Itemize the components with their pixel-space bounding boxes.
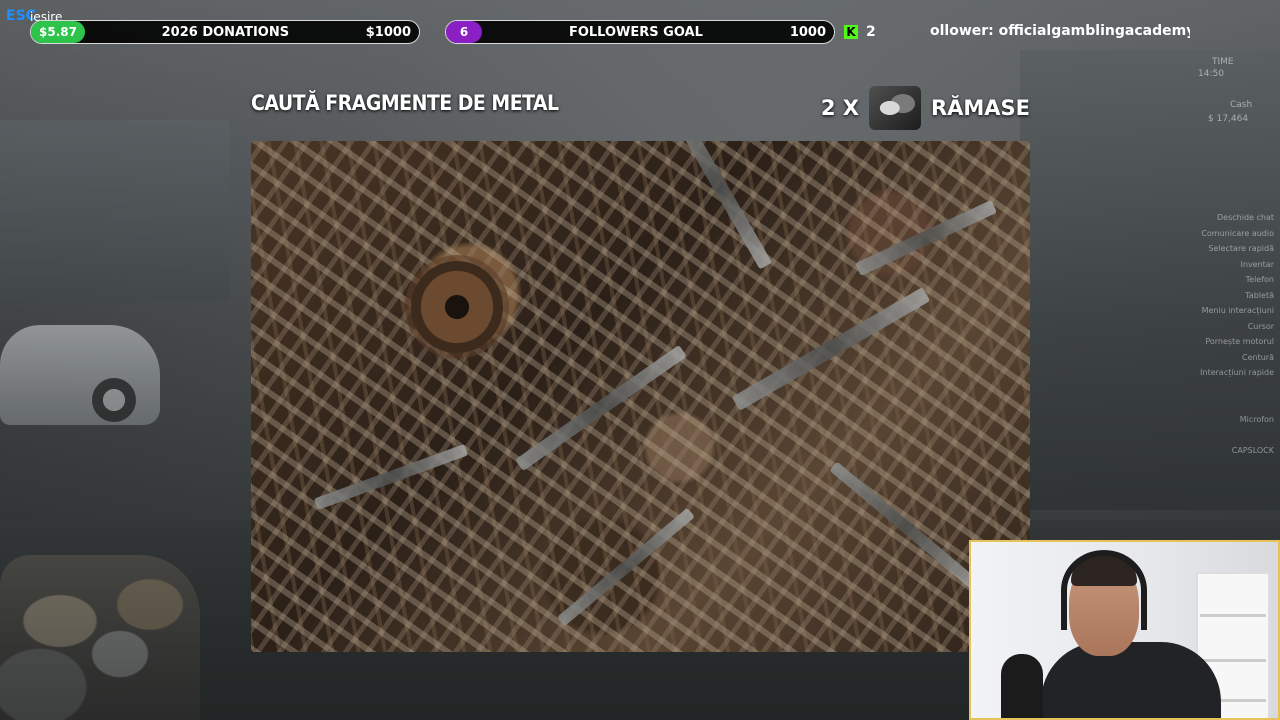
headset-icon (1061, 550, 1147, 630)
donations-amount-badge: $5.87 (31, 21, 85, 43)
hud-menu-item (1184, 396, 1274, 412)
hud-time-label: TIME (1212, 57, 1234, 67)
bolt-part (313, 444, 469, 510)
latest-follower-ticker: ollower: officialgamblingacademy (930, 23, 1190, 39)
hud-time-value: 14:50 (1198, 69, 1224, 79)
followers-goal: 1000 (789, 24, 826, 40)
streamer-body (1041, 642, 1221, 718)
bolt-part (669, 141, 773, 270)
remaining-count: 2 X (820, 96, 859, 120)
bolt-part (557, 507, 695, 627)
donations-goal-bar: $5.87 2026 DONATIONS $1000 (30, 20, 420, 44)
bolt-part (829, 461, 983, 593)
kick-counter: K 2 (844, 24, 876, 40)
hud-menu-item: Telefon (1245, 275, 1274, 284)
hud-menu-item: Microfon (1239, 414, 1274, 424)
followers-goal-bar: 6 FOLLOWERS GOAL 1000 (445, 20, 835, 44)
gear-part (411, 261, 503, 353)
hud-menu-item: CAPSLOCK (1231, 445, 1274, 455)
hud-menu-item: Comunicare audio (1201, 228, 1274, 238)
hud-menu-item: Centură (1242, 352, 1274, 362)
hud-menu-item: Inventar (1240, 259, 1274, 269)
bolt-part (855, 199, 997, 277)
hud-menu-item: Deschide chat (1217, 213, 1274, 222)
hud-menu-item: Meniu interacțiuni (1201, 306, 1274, 315)
minigame-title: CAUTĂ FRAGMENTE DE METAL (251, 91, 559, 115)
followers-label: FOLLOWERS GOAL (568, 24, 703, 40)
scrap-search-area[interactable] (251, 141, 1030, 652)
hud-time: TIME 14:50 (1196, 56, 1234, 80)
hud-menu-item: Selectare rapidă (1208, 244, 1274, 253)
donations-label: 2026 DONATIONS (161, 24, 290, 40)
streamer-webcam (969, 540, 1280, 720)
hud-menu-item (1184, 381, 1274, 397)
followers-count-badge: 6 (446, 21, 482, 43)
donations-goal: $1000 (365, 24, 411, 40)
hud-menu-item: Interacțiuni rapide (1200, 368, 1274, 377)
hud-menu-item: Cursor (1247, 321, 1274, 331)
hud-menu-item: Tabletă (1245, 290, 1274, 300)
remaining-counter: 2 X RĂMASE (821, 86, 1030, 130)
kick-icon: K (844, 25, 858, 39)
scrap-metal-icon (868, 86, 921, 130)
hud-cash-label: Cash (1230, 100, 1253, 110)
hud-cash-value: $ 17,464 (1208, 114, 1249, 124)
hud-menu-item (1184, 427, 1274, 443)
remaining-label: RĂMASE (930, 96, 1030, 120)
hud-keybind-menu: Deschide chat Comunicare audio Selectare r… (1184, 210, 1274, 458)
bolt-part (731, 287, 931, 411)
bolt-part (515, 344, 687, 472)
hud-cash: Cash $ 17,464 (1208, 98, 1252, 126)
hud-menu-item: Pornește motorul (1205, 337, 1274, 346)
kick-value: 2 (866, 24, 876, 40)
microphone-icon (1001, 654, 1043, 718)
